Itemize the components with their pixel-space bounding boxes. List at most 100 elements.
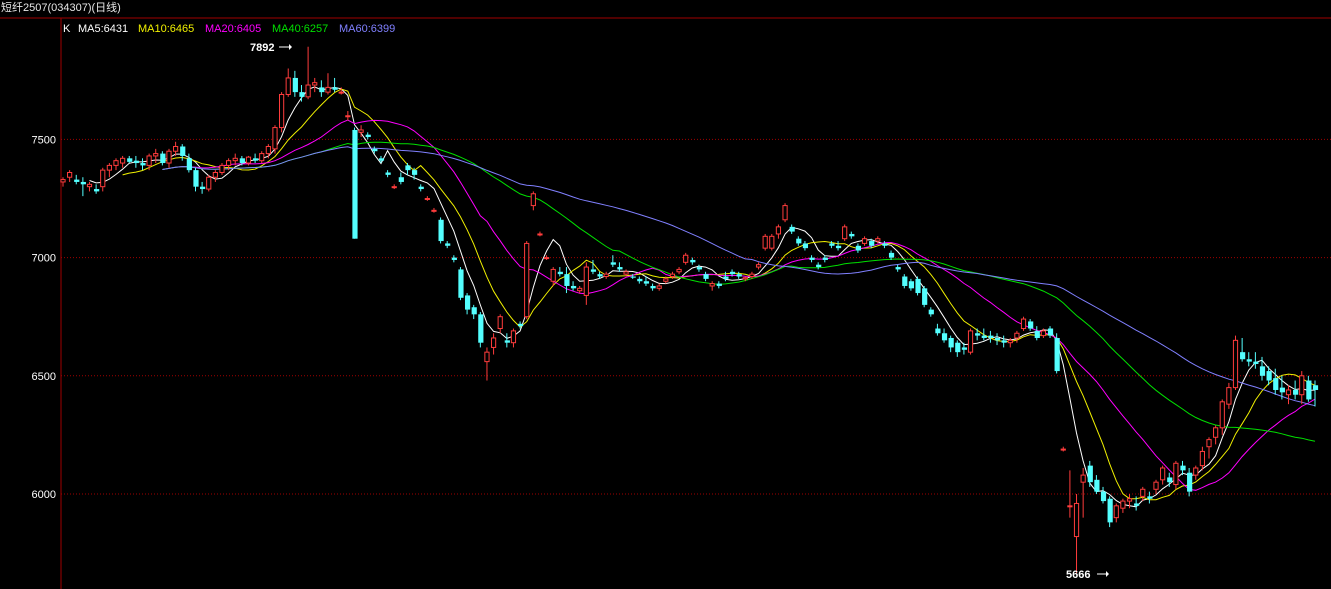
candle	[1213, 425, 1219, 445]
candle-body	[755, 264, 762, 268]
candle	[140, 158, 146, 171]
candle-body	[219, 164, 225, 173]
candle	[253, 153, 259, 164]
candle-body	[312, 82, 318, 86]
low-price-label: 5666	[1066, 569, 1090, 581]
candle-body	[345, 115, 351, 118]
candle-body	[365, 134, 371, 138]
candle	[484, 347, 490, 381]
candle-body	[146, 155, 152, 166]
candle-body	[325, 86, 331, 93]
legend-item: MA60:6399	[339, 23, 395, 35]
candle	[888, 250, 895, 260]
candlestick-chart[interactable]: 6000 6500 7000 7500 K MA5:6431 MA10:6465 MA20…	[0, 0, 1331, 589]
moving-average-lines	[89, 86, 1316, 508]
candle	[120, 155, 126, 168]
candle-body	[517, 323, 524, 327]
candle	[1253, 352, 1259, 369]
candle	[67, 170, 73, 182]
candle	[557, 267, 563, 277]
candle	[80, 177, 86, 197]
candle	[206, 174, 212, 192]
candle-body	[975, 333, 981, 336]
candle	[100, 167, 106, 192]
candle-body	[212, 171, 218, 178]
candle-body	[816, 264, 822, 268]
candle	[577, 285, 583, 294]
candle-body	[809, 257, 815, 260]
candle-body	[948, 337, 954, 348]
candle-body	[583, 266, 589, 296]
candle-body	[656, 285, 662, 289]
indicator-legend: K MA5:6431 MA10:6465 MA20:6405 MA40:6257 MA6…	[63, 23, 395, 35]
candle	[683, 252, 689, 265]
candle-body	[106, 164, 112, 171]
candle	[709, 281, 715, 291]
candle-body	[908, 281, 915, 289]
candle-body	[1312, 385, 1319, 390]
candle	[755, 262, 762, 270]
candle-body	[1073, 502, 1080, 538]
candle-body	[530, 193, 536, 207]
candle	[882, 241, 888, 249]
candle	[583, 262, 589, 305]
candle-body	[994, 337, 1001, 341]
candle-body	[74, 179, 80, 182]
candle-body	[80, 181, 86, 185]
y-tick-label: 6500	[32, 371, 56, 383]
candle	[935, 323, 941, 336]
candle-body	[405, 165, 411, 171]
candle	[928, 307, 934, 317]
legend-item: MA10:6465	[138, 23, 194, 35]
candle-body	[133, 160, 139, 164]
legend-k-label: K	[63, 23, 71, 35]
candle	[471, 304, 477, 320]
candle-body	[193, 170, 199, 187]
candle-body	[1232, 339, 1239, 389]
candle	[1113, 503, 1119, 523]
candle	[146, 153, 152, 171]
candle-body	[478, 314, 484, 343]
candle-body	[259, 153, 265, 162]
y-tick-label: 6000	[32, 489, 56, 501]
candle	[127, 155, 133, 164]
candle	[305, 46, 311, 100]
candle-body	[610, 262, 616, 265]
candle-body	[696, 267, 703, 270]
candle-body	[1020, 318, 1027, 330]
candle-body	[683, 254, 689, 263]
candle	[656, 283, 662, 291]
candle-body	[497, 316, 503, 330]
candle	[530, 191, 536, 211]
candle-body	[935, 328, 941, 334]
candle	[153, 148, 159, 164]
candle-body	[431, 209, 437, 212]
candle-body	[1001, 340, 1007, 343]
high-arrow-head	[289, 44, 292, 50]
candle-body	[1107, 498, 1113, 523]
candle-body	[564, 274, 570, 286]
candle-body	[981, 335, 987, 338]
candle	[895, 264, 901, 272]
candle-body	[206, 176, 212, 190]
candle-body	[338, 91, 344, 94]
candle	[1034, 326, 1040, 341]
candle	[650, 283, 656, 291]
candle-body	[835, 245, 842, 249]
candle	[60, 177, 66, 187]
candle	[703, 271, 709, 282]
candle	[1219, 399, 1225, 435]
candle	[802, 241, 809, 251]
candle	[849, 231, 855, 239]
candle	[603, 271, 609, 279]
candle	[762, 233, 768, 251]
candle	[464, 293, 471, 315]
candle	[490, 333, 497, 355]
candle	[1232, 335, 1239, 390]
candle-body	[484, 351, 490, 363]
candle	[775, 224, 782, 239]
candle-body	[1100, 491, 1107, 502]
candle-body	[775, 226, 782, 235]
candle	[510, 328, 517, 348]
candle	[74, 174, 80, 185]
